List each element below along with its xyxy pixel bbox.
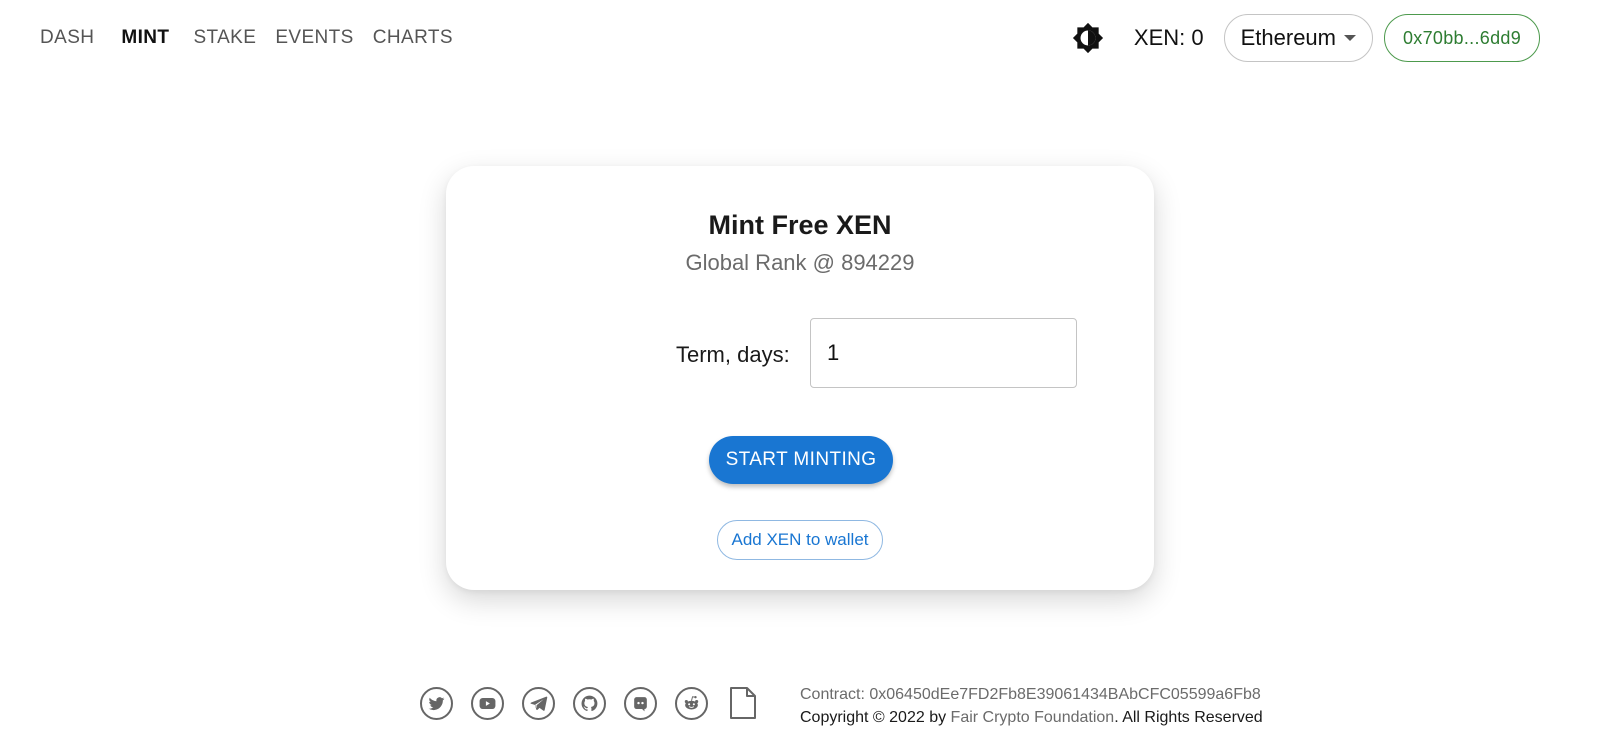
global-rank: Global Rank @ 894229 xyxy=(685,250,915,275)
main-nav: DASH MINT STAKE EVENTS CHARTS xyxy=(40,26,472,50)
reddit-icon[interactable] xyxy=(675,686,708,720)
chevron-down-icon xyxy=(1344,35,1356,41)
nav-item-charts[interactable]: CHARTS xyxy=(373,26,453,50)
nav-item-stake[interactable]: STAKE xyxy=(193,26,256,50)
telegram-icon[interactable] xyxy=(522,686,555,720)
youtube-icon[interactable] xyxy=(471,686,504,720)
network-select[interactable]: Ethereum xyxy=(1223,14,1373,62)
brightness-icon xyxy=(1072,22,1103,54)
wallet-address-button[interactable]: 0x70bb...6dd9 xyxy=(1384,14,1540,62)
header-tools: XEN: 0 Ethereum 0x70bb...6dd9 xyxy=(1072,14,1540,62)
card-title: Mint Free XEN xyxy=(708,210,892,240)
nav-item-mint[interactable]: MINT xyxy=(121,26,169,50)
copyright: Copyright © 2022 by Fair Crypto Foundati… xyxy=(800,706,1263,729)
discord-icon[interactable] xyxy=(624,686,657,720)
document-icon[interactable] xyxy=(728,686,758,720)
fair-crypto-foundation-link[interactable]: Fair Crypto Foundation xyxy=(951,709,1115,726)
wallet-address: 0x70bb...6dd9 xyxy=(1403,27,1521,48)
contract-address: Contract: 0x06450dEe7FD2Fb8E39061434BAbC… xyxy=(800,686,1261,703)
nav-item-events[interactable]: EVENTS xyxy=(275,26,353,50)
social-links xyxy=(420,686,758,720)
twitter-icon[interactable] xyxy=(420,686,453,720)
network-select-value: Ethereum xyxy=(1240,25,1336,50)
theme-toggle-button[interactable] xyxy=(1072,22,1104,54)
copyright-suffix: . All Rights Reserved xyxy=(1114,709,1263,726)
github-icon[interactable] xyxy=(573,686,606,720)
add-xen-to-wallet-button[interactable]: Add XEN to wallet xyxy=(717,520,883,560)
term-label: Term, days: xyxy=(676,342,790,367)
mint-card: Mint Free XEN Global Rank @ 894229 Term,… xyxy=(446,166,1154,590)
copyright-prefix: Copyright © 2022 by xyxy=(800,709,951,726)
term-days-input[interactable] xyxy=(810,318,1077,388)
start-minting-button[interactable]: START MINTING xyxy=(709,436,893,484)
footer-text: Contract: 0x06450dEe7FD2Fb8E39061434BAbC… xyxy=(800,683,1263,729)
nav-item-dash[interactable]: DASH xyxy=(40,26,94,50)
xen-balance: XEN: 0 xyxy=(1133,25,1204,50)
top-app-bar: DASH MINT STAKE EVENTS CHARTS XEN: 0 Eth… xyxy=(0,0,1600,76)
